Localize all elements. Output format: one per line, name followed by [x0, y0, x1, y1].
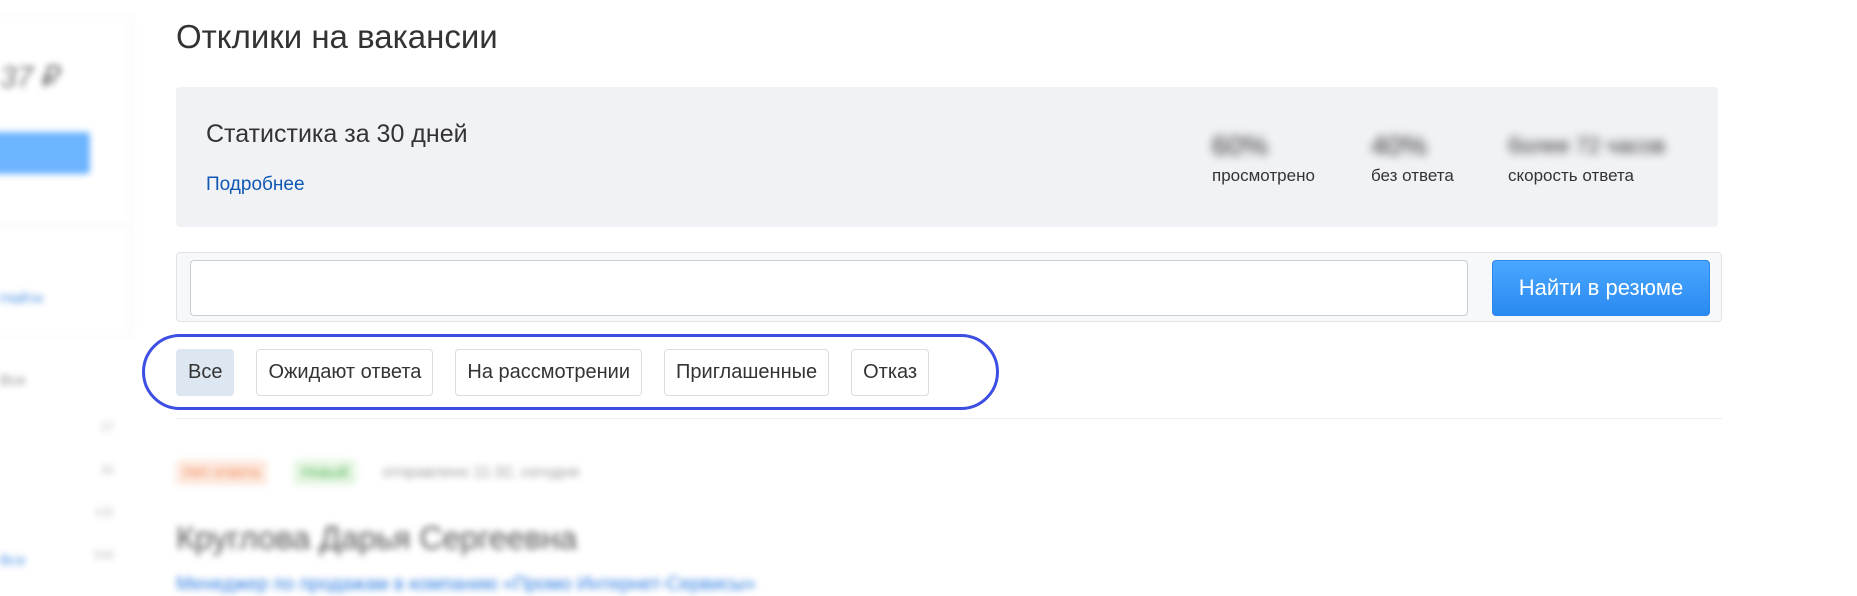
stat-viewed: 60% просмотрено: [1212, 131, 1315, 186]
status-filter-tabs: Все Ожидают ответа На рассмотрении Пригл…: [176, 349, 930, 396]
stat-value: 40%: [1371, 130, 1428, 161]
filter-all[interactable]: Все: [176, 349, 235, 396]
filter-under-review[interactable]: На рассмотрении: [455, 349, 643, 396]
status-badge: Нет ответа: [176, 460, 268, 485]
new-badge: Новый: [293, 460, 357, 485]
vacancy-link[interactable]: Менеджер по продажам в компанию «Промо И…: [176, 574, 756, 596]
stat-value: 60%: [1212, 130, 1269, 161]
page-title: Отклики на вакансии: [176, 18, 498, 55]
stats-panel: Статистика за 30 дней Подробнее 60% прос…: [176, 87, 1718, 227]
sidebar-card: [0, 225, 132, 337]
response-meta-row: Нет ответа Новый отправлено 11:32, сегод…: [176, 460, 579, 485]
search-resumes-button[interactable]: Найти в резюме: [1492, 260, 1710, 316]
sidebar-count: 530: [94, 548, 115, 562]
stat-label: без ответа: [1371, 166, 1454, 185]
filter-awaiting-reply[interactable]: Ожидают ответа: [256, 349, 434, 396]
stat-label: просмотрено: [1212, 166, 1315, 185]
sidebar-count: 27: [100, 420, 114, 434]
sidebar-balance: 37 ₽: [0, 61, 61, 94]
stat-value: более 72 часов: [1508, 133, 1666, 158]
response-sent-time: отправлено 11:32, сегодня: [382, 464, 579, 481]
resume-search-bar: Найти в резюме: [176, 252, 1722, 322]
sidebar-section-label: Все: [0, 372, 26, 389]
sidebar-action-button[interactable]: [0, 132, 90, 174]
stats-more-link[interactable]: Подробнее: [206, 174, 305, 196]
resume-search-input[interactable]: [190, 260, 1468, 316]
stats-title: Статистика за 30 дней: [206, 120, 468, 148]
filter-rejected[interactable]: Отказ: [851, 349, 930, 396]
stat-label: скорость ответа: [1508, 166, 1635, 185]
sidebar-count: 35: [100, 463, 114, 477]
sidebar-count: 132: [94, 505, 115, 519]
sidebar-bottom-link[interactable]: Все: [0, 552, 26, 569]
stat-response-speed: более 72 часов скорость ответа: [1508, 131, 1665, 186]
sidebar-link[interactable]: Найти: [0, 290, 43, 307]
candidate-name[interactable]: Круглова Дарья Сергеевна: [176, 520, 577, 557]
sidebar: 37 ₽ Найти Все 27 35 132 530 Все: [0, 15, 132, 585]
filter-invited[interactable]: Приглашенные: [664, 349, 830, 396]
divider: [176, 418, 1722, 419]
stat-unanswered: 40% без ответа: [1371, 131, 1454, 186]
